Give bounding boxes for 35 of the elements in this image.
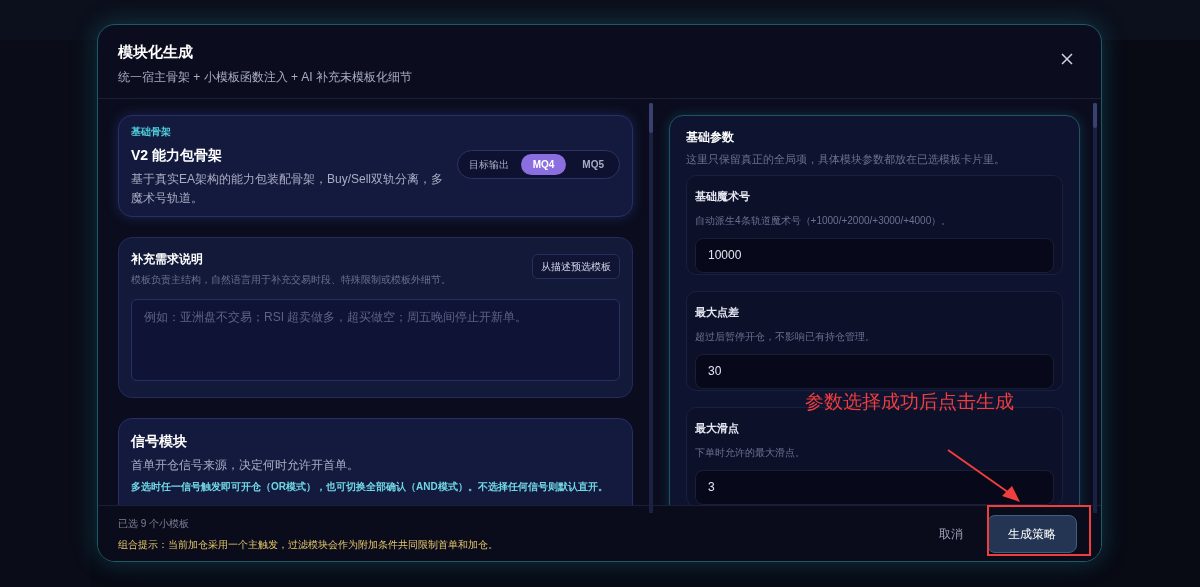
section-eyebrow: 基础骨架: [131, 124, 172, 139]
output-option[interactable]: MQ4: [520, 153, 567, 175]
modal-subtitle: 统一宿主骨架 + 小模板函数注入 + AI 补充未模板化细节: [118, 68, 413, 86]
cancel-button[interactable]: 取消: [939, 524, 963, 543]
card-description: 模板负责主结构，自然语言用于补充交易时段、特殊限制或模板外细节。: [131, 272, 451, 287]
output-option[interactable]: MQ5: [570, 153, 616, 175]
requirements-field[interactable]: 例如：亚洲盘不交易；RSI 超卖做多，超买做空；周五晚间停止开新单。: [131, 298, 620, 381]
close-button[interactable]: [1061, 53, 1073, 65]
annotation-text: 参数选择成功后点击生成: [805, 390, 1014, 414]
card-description: 首单开仓信号来源，决定何时允许开首单。: [131, 456, 360, 474]
param-label: 最大点差: [695, 305, 740, 320]
param-hint: 自动派生4条轨道魔术号（+1000/+2000/+3000/+4000）。: [695, 213, 953, 228]
scrollbar-thumb[interactable]: [1093, 102, 1097, 128]
modal-title: 模块化生成: [118, 42, 194, 62]
param-label: 最大滑点: [695, 421, 740, 436]
card-title: 信号模块: [131, 431, 188, 451]
panel-description: 这里只保留真正的全局项，具体模块参数都放在已选模板卡片里。: [686, 151, 1006, 167]
param-hint: 超过后暂停开仓，不影响已有持仓管理。: [695, 329, 876, 344]
card-description: 基于真实EA架构的能力包装配骨架，Buy/Sell双轨分离，多魔术号轨道。: [131, 170, 445, 207]
param-input[interactable]: 10000: [695, 237, 1054, 273]
param-input[interactable]: 3: [695, 469, 1054, 505]
output-label: 目标输出: [467, 157, 510, 172]
param-label: 基础魔术号: [695, 189, 751, 204]
panel-title: 基础参数: [686, 128, 735, 146]
selected-count: 已选 9 个小模板: [118, 516, 191, 531]
card-title: V2 能力包骨架: [131, 145, 223, 165]
generate-button[interactable]: 生成策略: [987, 514, 1077, 553]
preset-template-button[interactable]: 从描述预选模板: [532, 253, 620, 279]
param-input[interactable]: 30: [695, 353, 1054, 389]
scrollbar-thumb[interactable]: [649, 102, 653, 133]
param-hint: 下单时允许的最大滑点。: [695, 445, 806, 460]
signal-note: 多选时任一信号触发即可开仓（OR模式），也可切换全部确认（AND模式）。不选择任何信号则默认直开。: [131, 479, 609, 494]
close-icon: [1061, 53, 1073, 65]
combination-hint: 组合提示：当前加仓采用一个主触发，过滤模块会作为附加条件共同限制首单和加仓。: [118, 537, 498, 552]
card-title: 补充需求说明: [131, 250, 204, 268]
